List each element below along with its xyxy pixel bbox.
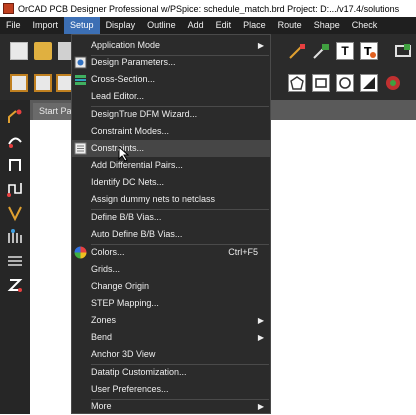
pick-icon[interactable] <box>34 74 52 92</box>
menu-item-assign-dummy-nets[interactable]: Assign dummy nets to netclass <box>72 191 270 208</box>
menu-item-constraint-modes[interactable]: Constraint Modes... <box>72 123 270 140</box>
edit-text-icon[interactable]: T <box>360 42 378 60</box>
merge-shapes-icon[interactable] <box>384 74 402 92</box>
layer-icon[interactable] <box>394 42 412 60</box>
bundle-icon[interactable] <box>6 228 24 246</box>
left-toolbar <box>0 100 30 414</box>
app-logo-icon <box>3 3 14 14</box>
menu-item-add-differential-pairs[interactable]: Add Differential Pairs... <box>72 157 270 174</box>
menu-import[interactable]: Import <box>27 17 65 34</box>
menu-item-user-preferences[interactable]: User Preferences... <box>72 381 270 398</box>
menu-item-lead-editor[interactable]: Lead Editor... <box>72 88 270 105</box>
menu-item-define-bb-vias[interactable]: Define B/B Vias... <box>72 209 270 226</box>
chevron-right-icon: ▶ <box>257 333 264 342</box>
mouse-cursor-icon <box>118 146 130 162</box>
chevron-right-icon: ▶ <box>257 41 264 50</box>
add-via-icon[interactable] <box>312 42 330 60</box>
menu-item-colors[interactable]: Colors... Ctrl+F5 <box>72 244 270 261</box>
fanout-icon[interactable] <box>6 204 24 222</box>
open-folder-icon[interactable] <box>34 42 52 60</box>
add-connect-icon[interactable] <box>288 42 306 60</box>
window-title: OrCAD PCB Designer Professional w/PSpice… <box>18 3 400 14</box>
setup-menu-dropdown: Application Mode ▶ Design Parameters... … <box>71 34 271 414</box>
shortcut-label: Ctrl+F5 <box>228 247 258 257</box>
menu-item-application-mode[interactable]: Application Mode ▶ <box>72 37 270 54</box>
delay-tune-icon[interactable] <box>6 180 24 198</box>
menu-item-zones[interactable]: Zones ▶ <box>72 312 270 329</box>
menu-item-constraints[interactable]: Constraints... <box>72 140 270 157</box>
menu-display[interactable]: Display <box>100 17 142 34</box>
menu-item-designtrue-dfm-wizard[interactable]: DesignTrue DFM Wizard... <box>72 106 270 123</box>
cleanup-icon[interactable] <box>6 276 24 294</box>
rectangle-shape-icon[interactable] <box>312 74 330 92</box>
chevron-right-icon: ▶ <box>257 316 264 325</box>
route-icon[interactable] <box>6 108 24 126</box>
menu-bar: File Import Setup Display Outline Add Ed… <box>0 17 416 34</box>
menu-item-identify-dc-nets[interactable]: Identify DC Nets... <box>72 174 270 191</box>
menu-item-bend[interactable]: Bend ▶ <box>72 329 270 346</box>
menu-setup[interactable]: Setup <box>64 17 100 34</box>
chevron-right-icon: ▶ <box>257 402 264 411</box>
design-parameters-icon <box>74 56 87 69</box>
menu-check[interactable]: Check <box>346 17 384 34</box>
menu-item-anchor-3d-view[interactable]: Anchor 3D View <box>72 346 270 363</box>
menu-shape[interactable]: Shape <box>308 17 346 34</box>
menu-item-change-origin[interactable]: Change Origin <box>72 278 270 295</box>
menu-edit[interactable]: Edit <box>210 17 238 34</box>
title-bar: OrCAD PCB Designer Professional w/PSpice… <box>0 0 416 17</box>
menu-item-cross-section[interactable]: Cross-Section... <box>72 71 270 88</box>
menu-item-auto-define-bb-vias[interactable]: Auto Define B/B Vias... <box>72 226 270 243</box>
menu-outline[interactable]: Outline <box>141 17 182 34</box>
diff-pair-icon[interactable] <box>6 156 24 174</box>
color-wheel-icon <box>74 246 87 259</box>
pentagon-shape-icon[interactable] <box>288 74 306 92</box>
menu-item-datatip-customization[interactable]: Datatip Customization... <box>72 364 270 381</box>
menu-item-step-mapping[interactable]: STEP Mapping... <box>72 295 270 312</box>
constraints-icon <box>74 142 87 155</box>
menu-file[interactable]: File <box>0 17 27 34</box>
new-file-icon[interactable] <box>10 42 28 60</box>
cross-section-icon <box>74 73 87 86</box>
menu-item-grids[interactable]: Grids... <box>72 261 270 278</box>
menu-item-more[interactable]: More ▶ <box>72 398 270 415</box>
void-shape-icon[interactable] <box>360 74 378 92</box>
menu-item-design-parameters[interactable]: Design Parameters... <box>72 54 270 71</box>
circle-shape-icon[interactable] <box>336 74 354 92</box>
menu-route[interactable]: Route <box>272 17 308 34</box>
add-text-icon[interactable]: T <box>336 42 354 60</box>
slide-icon[interactable] <box>6 132 24 150</box>
menu-add[interactable]: Add <box>182 17 210 34</box>
menu-place[interactable]: Place <box>237 17 272 34</box>
snap-icon[interactable] <box>10 74 28 92</box>
spread-lines-icon[interactable] <box>6 252 24 270</box>
